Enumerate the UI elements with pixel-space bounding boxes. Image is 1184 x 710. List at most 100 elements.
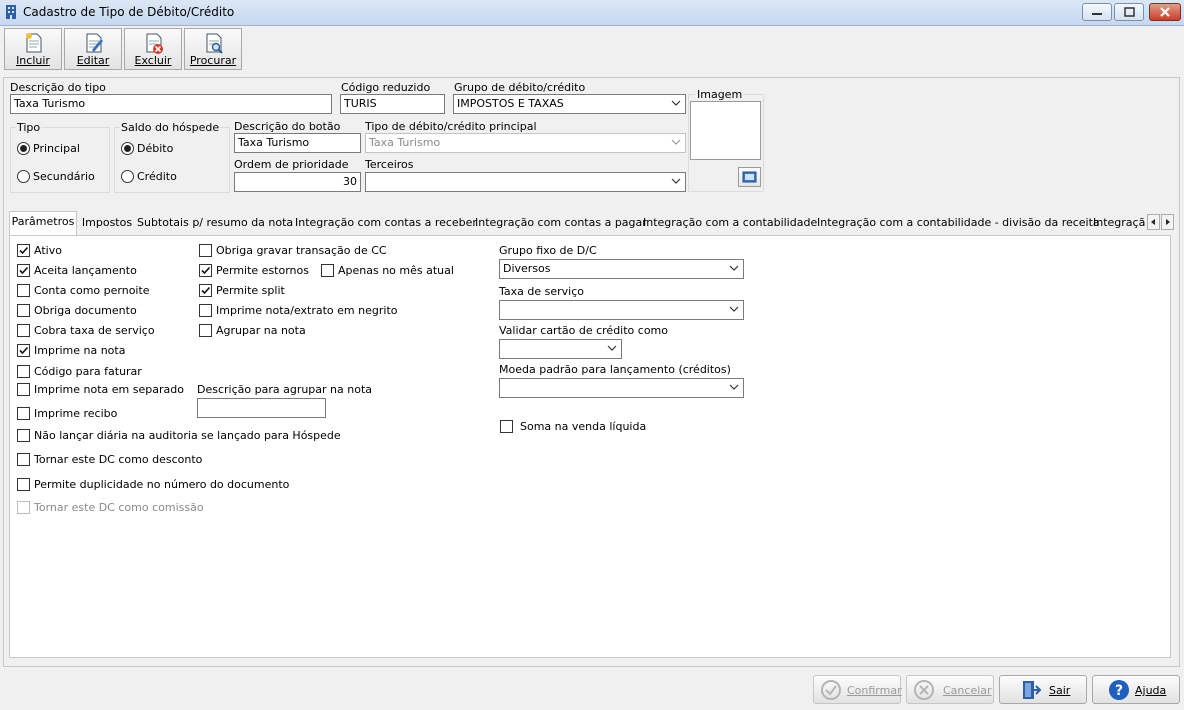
arrow-left-icon <box>1151 219 1155 225</box>
param-checkbox-label: Cobra taxa de serviço <box>34 324 155 337</box>
chevron-down-icon <box>729 384 739 390</box>
saldo-credito-label: Crédito <box>137 170 177 183</box>
saldo-group <box>114 127 230 193</box>
grupo-select[interactable]: IMPOSTOS E TAXAS <box>453 94 686 114</box>
param-checkbox[interactable] <box>199 304 212 317</box>
ajuda-button[interactable]: ? Ajuda <box>1092 675 1180 704</box>
param-checkbox[interactable] <box>199 244 212 257</box>
chevron-down-icon <box>671 178 681 184</box>
sair-label: Sair <box>1049 684 1071 697</box>
tab-scroll-right-button[interactable] <box>1161 214 1174 230</box>
param-checkbox[interactable] <box>17 304 30 317</box>
apenas-mes-checkbox[interactable] <box>321 264 334 277</box>
tab-parametros[interactable]: Parâmetros <box>9 211 77 235</box>
tab-impostos[interactable]: Impostos <box>79 213 135 234</box>
validar-cartao-select[interactable] <box>499 339 622 359</box>
param-checkbox[interactable] <box>17 344 30 357</box>
ajuda-label: Ajuda <box>1135 684 1167 697</box>
param-checkbox[interactable] <box>199 284 212 297</box>
param-checkbox[interactable] <box>17 365 30 378</box>
minimize-icon <box>1092 13 1102 15</box>
chevron-down-icon <box>729 306 739 312</box>
moeda-select[interactable] <box>499 378 744 398</box>
checkmark-icon <box>201 266 211 275</box>
param-checkbox[interactable] <box>199 324 212 337</box>
param-checkbox[interactable] <box>17 501 30 514</box>
tipo-principal-radio[interactable] <box>17 142 30 155</box>
imagem-label: Imagem <box>696 88 744 101</box>
tab-scroll-left-button[interactable] <box>1147 214 1160 230</box>
param-checkbox-label: Não lançar diária na auditoria se lançad… <box>34 429 341 442</box>
tab-subtotais[interactable]: Subtotais p/ resumo da nota <box>137 213 293 234</box>
close-button[interactable] <box>1149 3 1181 21</box>
cancelar-button[interactable]: Cancelar <box>906 675 994 704</box>
param-checkbox[interactable] <box>17 453 30 466</box>
codigo-reduzido-label: Código reduzido <box>341 81 431 94</box>
param-checkbox[interactable] <box>17 284 30 297</box>
param-checkbox[interactable] <box>17 244 30 257</box>
editar-label: Editar <box>76 54 110 67</box>
maximize-button[interactable] <box>1114 3 1144 21</box>
delete-icon <box>146 33 163 54</box>
checkmark-icon <box>19 246 29 255</box>
param-checkbox[interactable] <box>17 478 30 491</box>
chevron-down-icon <box>607 345 617 351</box>
param-checkbox[interactable] <box>17 407 30 420</box>
descricao-tipo-input[interactable]: Taxa Turismo <box>10 94 332 114</box>
param-checkbox-label: Obriga gravar transação de CC <box>216 244 387 257</box>
incluir-button[interactable]: Incluir <box>4 28 62 70</box>
minimize-button[interactable] <box>1082 3 1112 21</box>
tab-contas-receber[interactable]: Integração com contas a receber <box>295 213 477 234</box>
app-icon <box>6 5 16 19</box>
image-preview[interactable] <box>690 101 761 160</box>
excluir-button[interactable]: Excluir <box>124 28 182 70</box>
checkmark-icon <box>19 346 29 355</box>
soma-venda-checkbox[interactable] <box>500 420 513 433</box>
param-checkbox[interactable] <box>17 324 30 337</box>
tab-panel-parametros <box>9 235 1171 658</box>
ordem-input[interactable]: 30 <box>234 172 361 192</box>
taxa-servico-label: Taxa de serviço <box>499 285 584 298</box>
tab-contas-pagar[interactable]: Integração com contas a pagar <box>475 213 647 234</box>
tipo-principal-select: Taxa Turismo <box>365 133 686 153</box>
tab-integracao-more[interactable]: Integraçã <box>1093 213 1146 234</box>
codigo-reduzido-input[interactable]: TURIS <box>340 94 445 114</box>
ordem-label: Ordem de prioridade <box>234 158 349 171</box>
param-checkbox-label: Permite estornos <box>216 264 309 277</box>
tipo-principal-label: Principal <box>33 142 80 155</box>
confirmar-button[interactable]: Confirmar <box>813 675 902 704</box>
excluir-label: Excluir <box>134 54 172 67</box>
terceiros-select[interactable] <box>365 172 686 192</box>
descricao-botao-input[interactable]: Taxa Turismo <box>234 133 361 153</box>
image-select-button[interactable] <box>738 167 761 187</box>
procurar-button[interactable]: Procurar <box>184 28 242 70</box>
descricao-agrupar-input[interactable] <box>197 398 326 418</box>
param-checkbox[interactable] <box>199 264 212 277</box>
arrow-right-icon <box>1166 219 1170 225</box>
descricao-botao-label: Descrição do botão <box>234 120 341 133</box>
taxa-servico-select[interactable] <box>499 300 744 320</box>
sair-button[interactable]: Sair <box>999 675 1087 704</box>
tipo-secundario-radio[interactable] <box>17 170 30 183</box>
param-checkbox[interactable] <box>17 429 30 442</box>
cancel-circle-icon <box>914 680 934 700</box>
param-checkbox-label: Tornar este DC como desconto <box>34 453 203 466</box>
checkmark-icon <box>201 286 211 295</box>
confirmar-label: Confirmar <box>847 684 902 697</box>
tab-contabilidade-divisao[interactable]: Integração com a contabilidade - divisão… <box>817 213 1100 234</box>
check-circle-icon <box>821 680 841 700</box>
help-icon: ? <box>1109 680 1129 700</box>
editar-button[interactable]: Editar <box>64 28 122 70</box>
tipo-principal-value: Taxa Turismo <box>369 136 441 149</box>
grupo-fixo-select[interactable]: Diversos <box>499 259 744 279</box>
saldo-debito-radio[interactable] <box>121 142 134 155</box>
param-checkbox[interactable] <box>17 383 30 396</box>
param-checkbox[interactable] <box>17 264 30 277</box>
tab-contabilidade[interactable]: Integração com a contabilidade <box>643 213 817 234</box>
new-document-icon <box>26 33 42 53</box>
param-checkbox-label: Imprime nota em separado <box>34 383 184 396</box>
soma-venda-label: Soma na venda líquida <box>520 420 647 433</box>
saldo-credito-radio[interactable] <box>121 170 134 183</box>
grupo-fixo-label: Grupo fixo de D/C <box>499 244 597 257</box>
param-checkbox-label: Conta como pernoite <box>34 284 150 297</box>
